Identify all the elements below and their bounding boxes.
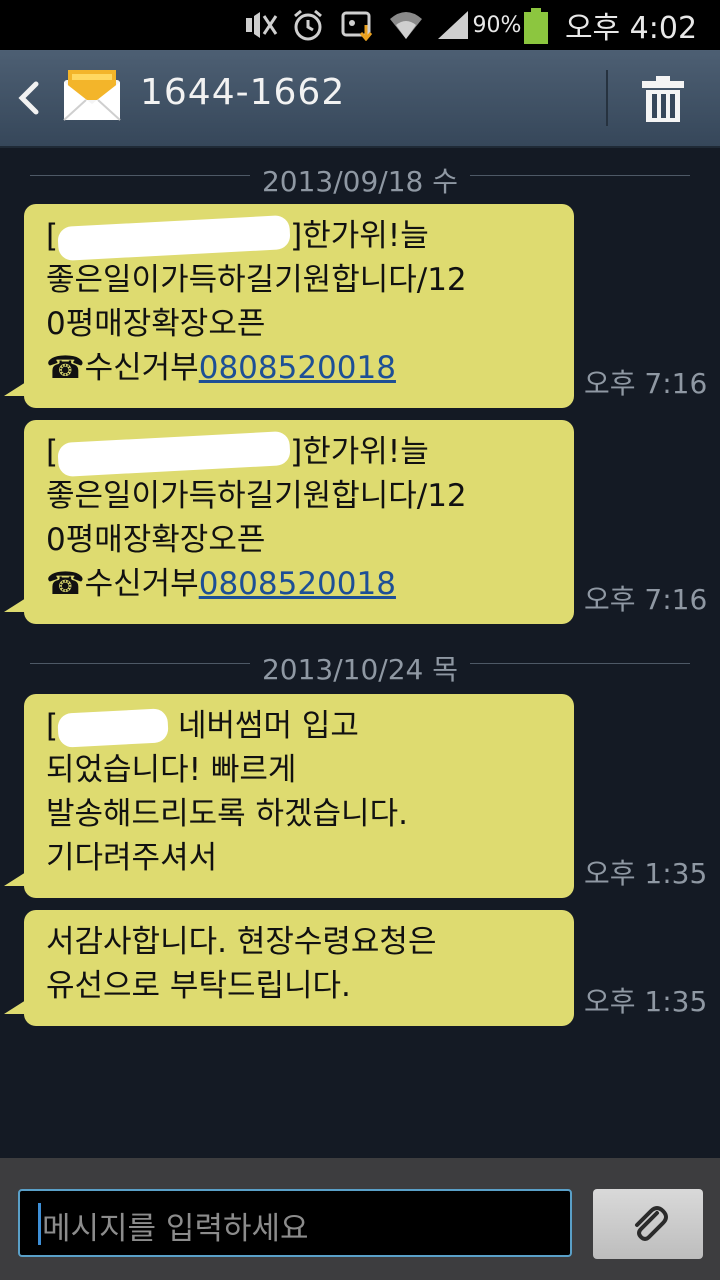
message-line: 유선으로 부탁드립니다.	[46, 968, 351, 1004]
signal-icon	[434, 0, 472, 50]
battery-percent: 90%	[472, 12, 522, 38]
envelope-icon	[62, 68, 122, 128]
message-line: []한가위!늘	[46, 430, 552, 477]
contact-title: 1644-1662	[140, 72, 346, 113]
message-line: 좋은일이가득하길기원합니다/12	[46, 262, 467, 298]
alarm-icon	[288, 0, 328, 50]
battery-icon	[524, 8, 548, 44]
message-bubble[interactable]: [ 네버썸머 입고 되었습니다! 빠르게 발송해드리도록 하겠습니다. 기다려주…	[4, 694, 574, 898]
message-line: 발송해드리도록 하겠습니다.	[46, 796, 408, 832]
message-line: 서감사합니다. 현장수령요청은	[46, 924, 437, 960]
text-cursor	[38, 1203, 41, 1245]
composer-bar: 메시지를 입력하세요	[0, 1158, 720, 1280]
message-line: 0평매장확장오픈	[46, 522, 266, 558]
phone-icon: ☎	[46, 566, 85, 602]
message-bubble[interactable]: []한가위!늘 좋은일이가득하길기원합니다/12 0평매장확장오픈 ☎수신거부0…	[4, 420, 574, 624]
message-line: []한가위!늘	[46, 214, 552, 261]
message-placeholder: 메시지를 입력하세요	[42, 1211, 309, 1247]
back-arrow-icon[interactable]	[14, 78, 44, 118]
date-label: 2013/09/18 수	[249, 165, 471, 198]
wifi-icon	[386, 0, 426, 50]
message-line: ☎수신거부0808520018	[46, 350, 396, 386]
date-separator: 2013/09/18 수	[30, 160, 690, 198]
data-sync-icon	[338, 0, 378, 50]
message-time: 오후 7:16	[584, 367, 708, 400]
message-line: [ 네버썸머 입고	[46, 704, 552, 748]
message-line: 좋은일이가득하길기원합니다/12	[46, 478, 467, 514]
message-bubble[interactable]: 서감사합니다. 현장수령요청은 유선으로 부탁드립니다.	[4, 910, 574, 1026]
phone-icon: ☎	[46, 350, 85, 386]
message-time: 오후 1:35	[584, 985, 708, 1018]
clock: 오후 4:02	[564, 11, 698, 46]
conversation-header: 1644-1662	[0, 50, 720, 148]
status-bar: 90% 오후 4:02	[0, 0, 720, 50]
phone-link[interactable]: 0808520018	[199, 566, 396, 602]
redacted-text	[57, 214, 291, 261]
date-separator: 2013/10/24 목	[30, 648, 690, 686]
date-label: 2013/10/24 목	[249, 653, 471, 686]
message-line: 기다려주셔서	[46, 840, 218, 876]
message-line: 되었습니다! 빠르게	[46, 752, 297, 788]
message-time: 오후 1:35	[584, 857, 708, 890]
redacted-text	[57, 430, 291, 477]
silent-mode-icon	[240, 0, 282, 50]
header-divider	[606, 70, 608, 126]
paperclip-icon	[635, 1206, 668, 1241]
message-bubble[interactable]: []한가위!늘 좋은일이가득하길기원합니다/12 0평매장확장오픈 ☎수신거부0…	[4, 204, 574, 408]
redacted-text	[57, 707, 169, 748]
phone-link[interactable]: 0808520018	[199, 350, 396, 386]
attach-button[interactable]	[593, 1189, 703, 1259]
trash-icon[interactable]	[640, 74, 686, 124]
message-time: 오후 7:16	[584, 583, 708, 616]
message-line: ☎수신거부0808520018	[46, 566, 396, 602]
message-line: 0평매장확장오픈	[46, 306, 266, 342]
message-input[interactable]: 메시지를 입력하세요	[18, 1189, 572, 1257]
